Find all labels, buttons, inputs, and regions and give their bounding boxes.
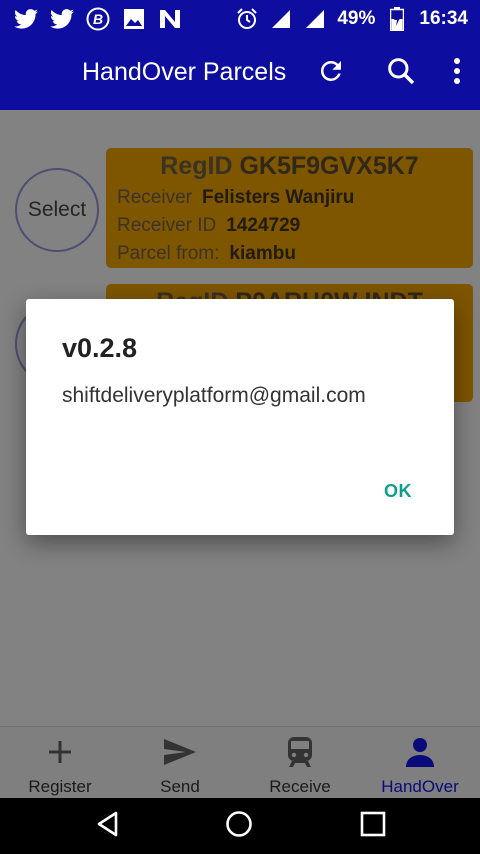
battery-percent: 49% (337, 8, 376, 29)
ok-button[interactable]: OK (384, 481, 412, 502)
battery-icon (385, 7, 409, 31)
system-nav-bar (0, 798, 480, 854)
plus-icon (40, 735, 80, 769)
recents-button[interactable] (357, 810, 389, 842)
home-icon (224, 809, 254, 844)
clock: 16:34 (419, 8, 468, 29)
nav-send[interactable]: Send (120, 727, 240, 799)
nav-receive[interactable]: Receive (240, 727, 360, 799)
person-icon (400, 735, 440, 769)
svg-text:B: B (93, 11, 103, 27)
dialog-message: shiftdeliveryplatform@gmail.com (62, 384, 366, 407)
back-button[interactable] (92, 810, 124, 842)
bottom-nav: Register Send Receive HandOver (0, 726, 480, 798)
more-options-button[interactable] (440, 56, 474, 90)
twitter-icon (14, 7, 38, 31)
back-icon (94, 810, 122, 843)
image-icon (122, 7, 146, 31)
more-vert-icon (453, 57, 461, 90)
alarm-icon (235, 7, 259, 31)
nav-handover[interactable]: HandOver (360, 727, 480, 799)
status-bar: B 49% 16:34 (0, 0, 480, 38)
signal-icon (269, 7, 293, 31)
send-icon (160, 735, 200, 769)
dialog-title: v0.2.8 (62, 333, 138, 363)
page-title: HandOver Parcels (82, 58, 287, 86)
about-dialog: v0.2.8 shiftdeliveryplatform@gmail.com O… (26, 299, 454, 535)
home-button[interactable] (223, 810, 255, 842)
search-button[interactable] (384, 56, 418, 90)
app-bar: HandOver Parcels (0, 38, 480, 110)
recents-icon (359, 810, 387, 843)
bitcoin-icon: B (86, 7, 110, 31)
signal-icon (303, 7, 327, 31)
twitter-icon (50, 7, 74, 31)
n-logo-icon (158, 7, 182, 31)
nav-register[interactable]: Register (0, 727, 120, 799)
refresh-button[interactable] (314, 56, 348, 90)
train-icon (280, 735, 320, 769)
search-icon (385, 55, 417, 92)
refresh-icon (316, 56, 346, 91)
